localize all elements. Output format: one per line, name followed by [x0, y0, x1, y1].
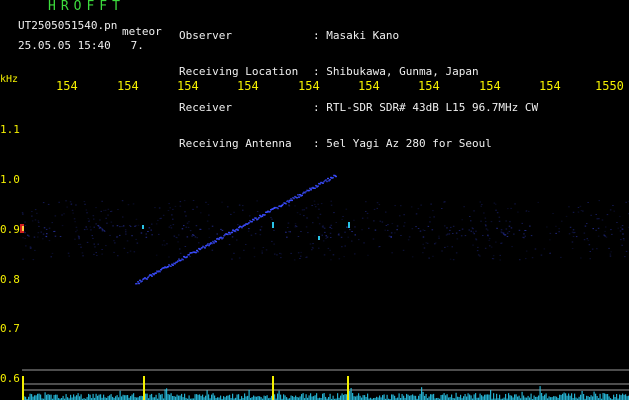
noise-floor	[20, 200, 629, 261]
meteor-echo	[135, 174, 337, 285]
spectrogram	[20, 174, 629, 400]
power-trace	[22, 386, 629, 400]
